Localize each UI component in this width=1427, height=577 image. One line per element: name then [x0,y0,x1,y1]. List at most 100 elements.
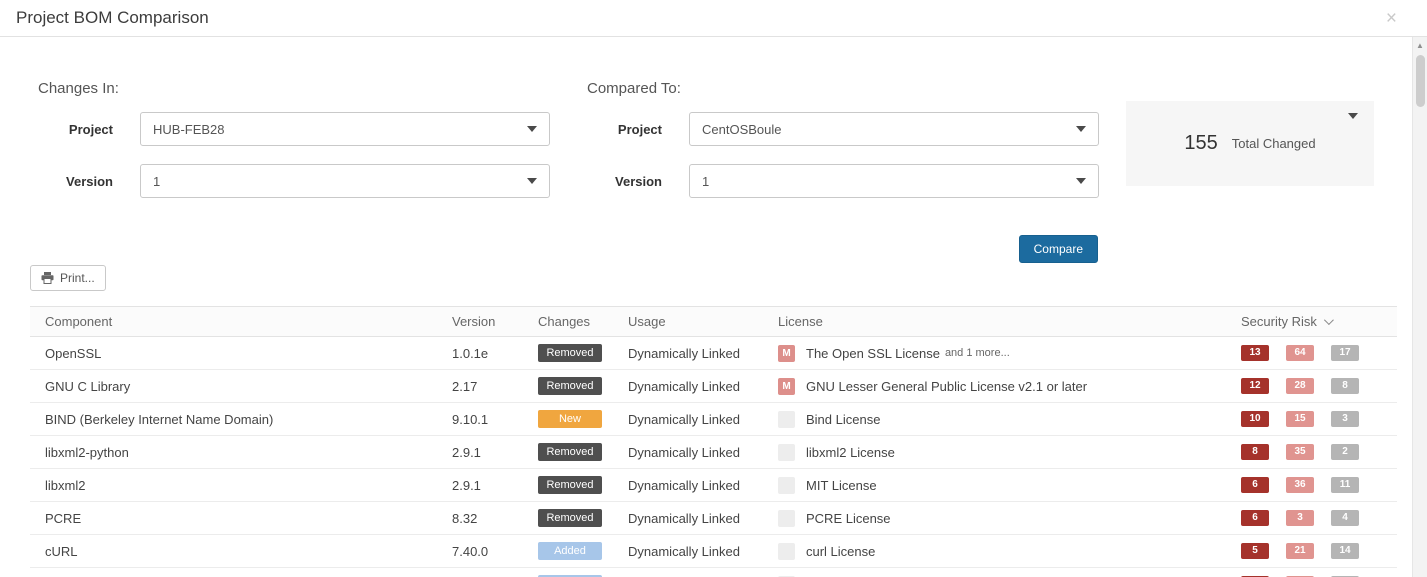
column-header-usage: Usage [613,314,763,329]
table-row[interactable]: OpenSSL 1.0.1e Removed Dynamically Linke… [30,337,1397,370]
compared-to-section: Compared To: Project CentOSBoule Version… [587,80,1099,216]
risk-high-badge[interactable]: 10 [1241,411,1269,427]
component-name[interactable]: libxml2 [45,478,85,493]
compared-to-version-select[interactable]: 1 [689,164,1099,198]
print-button[interactable]: Print... [30,265,106,291]
change-badge: Removed [538,443,602,461]
changes-in-version-select[interactable]: 1 [140,164,550,198]
chevron-down-icon [1076,178,1086,184]
component-name[interactable]: BIND (Berkeley Internet Name Domain) [45,412,273,427]
comparison-form: Changes In: Project HUB-FEB28 Version 1 … [38,80,1427,216]
column-header-component: Component [30,314,437,329]
compared-to-project-label: Project [587,122,662,137]
changes-in-project-select[interactable]: HUB-FEB28 [140,112,550,146]
table-header-row: Component Version Changes Usage License … [30,307,1397,337]
change-badge: New [538,410,602,428]
license-name[interactable]: libxml2 License [806,445,895,460]
risk-high-badge[interactable]: 5 [1241,543,1269,559]
risk-medium-badge[interactable]: 21 [1286,543,1314,559]
compared-to-version-label: Version [587,174,662,189]
sort-descending-icon [1324,315,1334,325]
risk-low-badge[interactable]: 17 [1331,345,1359,361]
changes-in-label: Changes In: [38,80,550,99]
risk-medium-badge[interactable]: 36 [1286,477,1314,493]
scrollbar-thumb[interactable] [1416,55,1425,107]
license-name[interactable]: curl License [806,544,875,559]
chevron-down-icon [527,126,537,132]
risk-low-badge[interactable]: 4 [1331,510,1359,526]
risk-medium-badge[interactable]: 28 [1286,378,1314,394]
component-name[interactable]: libxml2-python [45,445,129,460]
usage-value: Dynamically Linked [628,379,740,394]
component-version: 1.0.1e [452,346,488,361]
license-name[interactable]: The Open SSL License [806,346,940,361]
page-title: Project BOM Comparison [16,8,209,28]
compared-to-project-value: CentOSBoule [702,122,782,137]
changes-in-project-label: Project [38,122,113,137]
license-more-label: and 1 more... [945,347,1010,359]
table-row[interactable]: libxml2-python 2.9.1 Removed Dynamically… [30,436,1397,469]
close-icon[interactable]: × [1386,9,1397,28]
risk-low-badge[interactable]: 11 [1331,477,1359,493]
license-risk-badge [778,543,795,560]
table-row[interactable]: BIND (Berkeley Internet Name Domain) 9.1… [30,403,1397,436]
change-badge: Added [538,542,602,560]
table-row[interactable]: cURL 7.40.0 Added Dynamically Linked cur… [30,535,1397,568]
changes-in-project-value: HUB-FEB28 [153,122,225,137]
risk-high-badge[interactable]: 13 [1241,345,1269,361]
risk-low-badge[interactable]: 14 [1331,543,1359,559]
risk-medium-badge[interactable]: 64 [1286,345,1314,361]
usage-value: Dynamically Linked [628,544,740,559]
printer-icon [41,272,54,284]
summary-dropdown-icon[interactable] [1348,113,1358,119]
chevron-down-icon [1076,126,1086,132]
license-risk-badge: M [778,378,795,395]
compare-button[interactable]: Compare [1019,235,1098,263]
risk-high-badge[interactable]: 12 [1241,378,1269,394]
component-name[interactable]: GNU C Library [45,379,130,394]
license-name[interactable]: MIT License [806,478,877,493]
usage-value: Dynamically Linked [628,346,740,361]
usage-value: Dynamically Linked [628,412,740,427]
main-content: Changes In: Project HUB-FEB28 Version 1 … [0,37,1427,577]
component-version: 2.9.1 [452,445,481,460]
risk-medium-badge[interactable]: 35 [1286,444,1314,460]
table-row[interactable]: PCRE 8.32 Removed Dynamically Linked PCR… [30,502,1397,535]
table-body: OpenSSL 1.0.1e Removed Dynamically Linke… [30,337,1397,577]
component-version: 9.10.1 [452,412,488,427]
license-risk-badge [778,444,795,461]
risk-low-badge[interactable]: 2 [1331,444,1359,460]
risk-medium-badge[interactable]: 3 [1286,510,1314,526]
compared-to-project-select[interactable]: CentOSBoule [689,112,1099,146]
table-row[interactable]: libxml2 2.9.1 Removed Dynamically Linked… [30,469,1397,502]
compared-to-version-value: 1 [702,174,709,189]
risk-high-badge[interactable]: 8 [1241,444,1269,460]
total-changed-panel: 155 Total Changed [1126,101,1374,186]
license-name[interactable]: PCRE License [806,511,891,526]
license-name[interactable]: GNU Lesser General Public License v2.1 o… [806,379,1087,394]
risk-high-badge[interactable]: 6 [1241,510,1269,526]
column-header-security-risk[interactable]: Security Risk [1233,314,1397,329]
usage-value: Dynamically Linked [628,478,740,493]
component-name[interactable]: OpenSSL [45,346,101,361]
component-name[interactable]: cURL [45,544,78,559]
license-name[interactable]: Bind License [806,412,880,427]
chevron-down-icon [527,178,537,184]
component-version: 7.40.0 [452,544,488,559]
changes-in-version-value: 1 [153,174,160,189]
column-header-version: Version [437,314,523,329]
component-name[interactable]: PCRE [45,511,81,526]
table-row[interactable]: cURL 7.15.3 Added Dynamically Linked cur… [30,568,1397,577]
change-badge: Removed [538,377,602,395]
change-badge: Removed [538,476,602,494]
risk-medium-badge[interactable]: 15 [1286,411,1314,427]
scroll-up-icon[interactable]: ▲ [1413,37,1427,53]
changes-in-section: Changes In: Project HUB-FEB28 Version 1 [38,80,550,216]
change-badge: Removed [538,509,602,527]
risk-low-badge[interactable]: 8 [1331,378,1359,394]
license-risk-badge [778,510,795,527]
risk-low-badge[interactable]: 3 [1331,411,1359,427]
vertical-scrollbar[interactable]: ▲ [1412,37,1427,577]
risk-high-badge[interactable]: 6 [1241,477,1269,493]
table-row[interactable]: GNU C Library 2.17 Removed Dynamically L… [30,370,1397,403]
